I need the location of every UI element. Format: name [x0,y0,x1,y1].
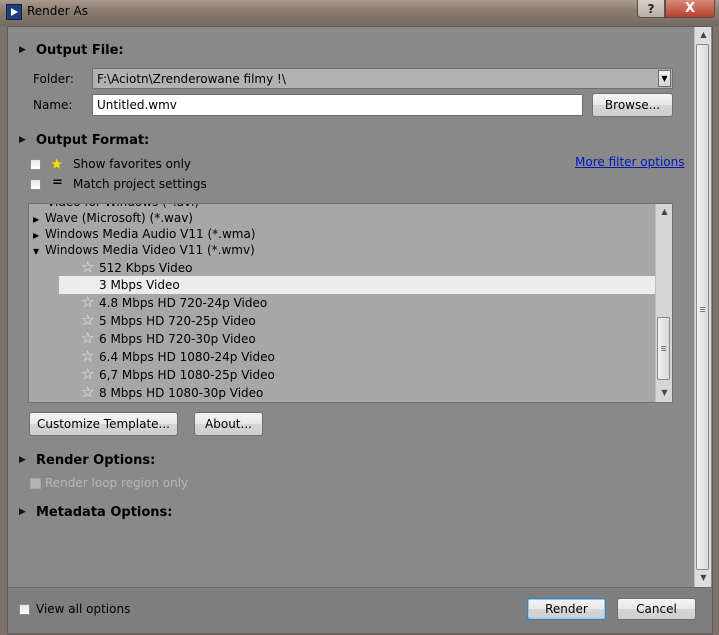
app-logo-icon [6,4,22,20]
folder-combobox[interactable]: F:\Aciotn\Zrenderowane filmy !\ ▼ [92,68,673,89]
list-item[interactable]: ▼ Windows Media Video V11 (*.wmv) [33,241,255,259]
format-template-list[interactable]: Video for Windows (*.avi) ▶Wave (Microso… [28,203,673,403]
star-icon: ★ [50,155,64,173]
scroll-down-icon[interactable]: ▼ [695,570,712,586]
folder-label: Folder: [33,72,74,86]
list-scroll-thumb[interactable] [657,317,670,380]
cancel-button[interactable]: Cancel [617,598,696,620]
browse-button[interactable]: Browse... [592,93,673,117]
triangle-down-icon[interactable]: ▼ [33,243,45,261]
star-outline-icon[interactable]: ☆ [81,276,99,292]
star-outline-icon[interactable]: ☆ [81,330,99,346]
window-frame-right [713,26,719,635]
collapse-triangle-icon[interactable]: ▶ [19,135,26,145]
table-row[interactable]: ☆ 3 Mbps Video [59,276,655,294]
chevron-down-icon[interactable]: ▼ [658,70,671,87]
title-bar: Render As ? X [0,0,719,26]
render-options-header[interactable]: Render Options: [36,453,155,468]
star-outline-icon[interactable]: ☆ [81,312,99,328]
table-row[interactable]: ☆ 6,7 Mbps HD 1080-25p Video [81,366,275,384]
view-all-options-label: View all options [36,602,131,616]
match-project-checkbox[interactable] [30,179,41,190]
table-row[interactable]: ☆ 5 Mbps HD 720-25p Video [81,312,256,330]
star-outline-icon[interactable]: ☆ [81,366,99,382]
render-button[interactable]: Render [527,598,606,620]
dialog-footer: View all options Render Cancel [8,587,712,633]
table-row[interactable]: ☆ 6.4 Mbps HD 1080-24p Video [81,348,275,366]
match-project-label: Match project settings [73,177,207,191]
collapse-triangle-icon[interactable]: ▶ [19,455,26,465]
name-value: Untitled.wmv [97,98,177,112]
window-controls: ? X [637,0,715,18]
name-label: Name: [33,98,73,112]
help-button[interactable]: ? [637,0,665,18]
scroll-up-icon[interactable]: ▲ [656,204,672,220]
name-input[interactable]: Untitled.wmv [92,94,583,116]
window-frame-left [0,26,7,635]
customize-template-button[interactable]: Customize Template... [29,412,178,436]
collapse-triangle-icon[interactable]: ▶ [19,45,26,55]
star-outline-icon[interactable]: ☆ [81,294,99,310]
equals-icon: = [52,175,63,190]
scroll-down-icon[interactable]: ▼ [656,385,672,401]
output-format-header[interactable]: Output Format: [36,133,149,148]
window-title: Render As [27,4,88,18]
metadata-options-header[interactable]: Metadata Options: [36,505,172,520]
scroll-up-icon[interactable]: ▲ [695,27,712,43]
about-button[interactable]: About... [194,412,263,436]
render-loop-label: Render loop region only [45,476,189,490]
table-row[interactable]: ☆ 512 Kbps Video [81,259,193,277]
dialog-scrollbar[interactable]: ▲ ▼ [694,27,711,587]
dialog-scroll-thumb[interactable] [696,44,709,570]
close-button[interactable]: X [665,0,715,18]
dialog-body: ▶ Output File: Folder: F:\Aciotn\Zrender… [7,26,713,633]
table-row[interactable]: ☆ 6 Mbps HD 720-30p Video [81,330,256,348]
folder-value: F:\Aciotn\Zrenderowane filmy !\ [97,72,286,86]
star-outline-icon[interactable]: ☆ [81,259,99,275]
render-loop-checkbox[interactable] [30,478,41,489]
output-file-header[interactable]: Output File: [36,43,124,58]
star-outline-icon[interactable]: ☆ [81,384,99,400]
collapse-triangle-icon[interactable]: ▶ [19,507,26,517]
more-filter-options-link[interactable]: More filter options [575,155,685,169]
star-outline-icon[interactable]: ☆ [81,348,99,364]
table-row[interactable]: ☆ 4.8 Mbps HD 720-24p Video [81,294,267,312]
view-all-options-checkbox[interactable] [19,604,30,615]
table-row[interactable]: ☆ 8 Mbps HD 1080-30p Video [81,384,263,402]
list-scrollbar[interactable]: ▲ ▼ [655,204,672,402]
show-favorites-checkbox[interactable] [30,159,41,170]
show-favorites-label: Show favorites only [73,157,192,171]
